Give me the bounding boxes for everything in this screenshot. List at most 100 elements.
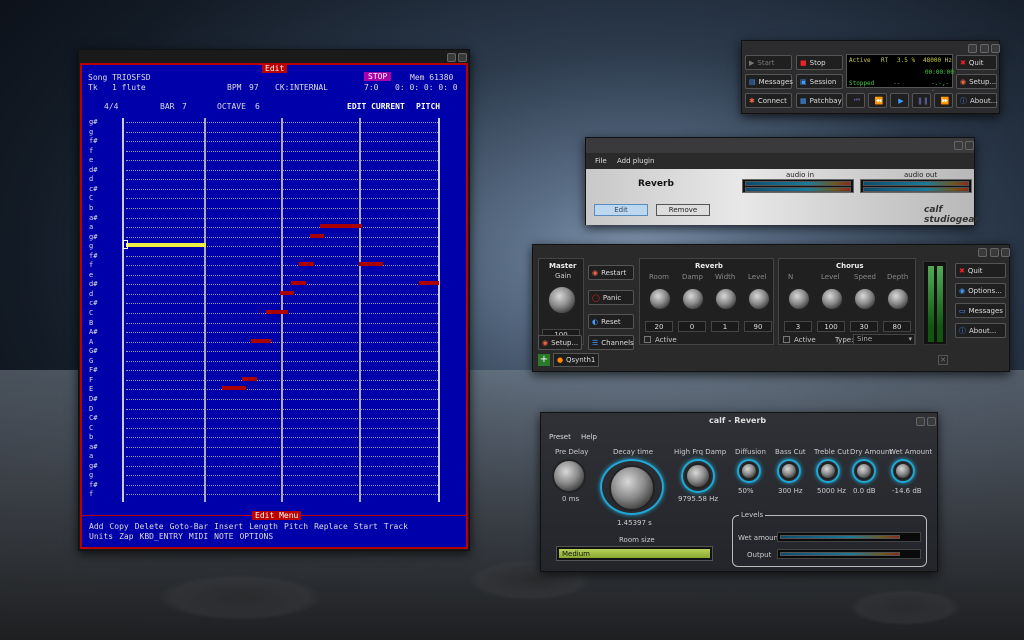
pre-delay-knob[interactable] — [552, 459, 586, 493]
knob[interactable] — [648, 287, 672, 311]
window-maximize-button[interactable] — [990, 248, 999, 257]
menu-item[interactable]: Insert — [214, 522, 243, 531]
chorus-type-select[interactable]: Sine ▾ — [853, 334, 915, 345]
knob[interactable] — [747, 287, 771, 311]
menu-item[interactable]: Zap — [119, 532, 133, 541]
knob-spinbox[interactable]: 100 — [817, 321, 845, 332]
note-event[interactable] — [320, 224, 362, 229]
note-event[interactable] — [251, 338, 271, 343]
piano-roll[interactable]: g# g f# f e d# d c# Cb a# a g# g f# f e d# d c# C B A# A G# G F# F… — [82, 112, 466, 504]
edit-button[interactable]: Edit — [594, 204, 648, 216]
rewind-button[interactable]: ⏪ — [868, 93, 887, 108]
setup-button[interactable]: ◉ Setup... — [538, 335, 582, 350]
setup-button[interactable]: ◉ Setup... — [956, 74, 997, 89]
note-event[interactable] — [222, 386, 246, 391]
diffusion-knob[interactable] — [740, 462, 758, 480]
knob-spinbox[interactable]: 1 — [711, 321, 739, 332]
knob-spinbox[interactable]: 90 — [744, 321, 772, 332]
treblecut-knob[interactable] — [819, 462, 837, 480]
basscut-knob[interactable] — [780, 462, 798, 480]
reset-button[interactable]: ◐ Reset — [588, 314, 634, 329]
chorus-active-checkbox[interactable] — [783, 336, 790, 343]
menu-item[interactable]: OPTIONS — [239, 532, 273, 541]
about-button[interactable]: ⓘ About... — [956, 93, 997, 108]
session-button[interactable]: ▣ Session — [796, 74, 843, 89]
about-button[interactable]: ⓘ About... — [955, 323, 1006, 338]
menu-item[interactable]: Units — [89, 532, 113, 541]
options-button[interactable]: ◉ Options... — [955, 283, 1006, 298]
knob-spinbox[interactable]: 80 — [883, 321, 911, 332]
window-close-button[interactable] — [1001, 248, 1010, 257]
window-minimize-button[interactable] — [968, 44, 977, 53]
knob-spinbox[interactable]: 3 — [784, 321, 812, 332]
menu-item[interactable]: Start — [354, 522, 378, 531]
window-close-button[interactable] — [991, 44, 1000, 53]
menu-item[interactable]: Goto-Bar — [170, 522, 209, 531]
menu-item[interactable]: Delete — [135, 522, 164, 531]
menu-add-plugin[interactable]: Add plugin — [617, 157, 654, 165]
menu-file[interactable]: File — [595, 157, 607, 165]
note-event[interactable] — [359, 262, 383, 267]
menu-item[interactable]: Add — [89, 522, 103, 531]
messages-button[interactable]: ▭ Messages — [955, 303, 1006, 318]
remove-engine-button[interactable]: ✕ — [938, 355, 948, 365]
menu-item[interactable]: NOTE — [214, 532, 233, 541]
note-event[interactable] — [419, 281, 439, 286]
connect-button[interactable]: ✱ Connect — [745, 93, 792, 108]
menu-item[interactable]: Copy — [109, 522, 128, 531]
menu-item[interactable]: Track — [384, 522, 408, 531]
note-event[interactable] — [242, 376, 257, 381]
decay-time-knob[interactable] — [609, 465, 655, 511]
knob[interactable] — [714, 287, 738, 311]
knob-spinbox[interactable]: 0 — [678, 321, 706, 332]
channels-button[interactable]: ☰ Channels — [588, 335, 634, 350]
wet-knob[interactable] — [894, 462, 912, 480]
window-minimize-button[interactable] — [447, 53, 456, 62]
tab-qsynth1[interactable]: ● Qsynth1 — [553, 353, 599, 367]
knob[interactable] — [681, 287, 705, 311]
messages-button[interactable]: ▤ Messages — [745, 74, 793, 89]
window-maximize-button[interactable] — [916, 417, 925, 426]
window-close-button[interactable] — [458, 53, 467, 62]
gain-knob[interactable] — [547, 285, 577, 315]
panic-button[interactable]: ◯ Panic — [588, 290, 634, 305]
note-event[interactable] — [266, 310, 288, 314]
note-event[interactable] — [280, 290, 294, 295]
note-event[interactable] — [291, 281, 306, 286]
note-event[interactable] — [299, 262, 314, 267]
window-minimize-button[interactable] — [954, 141, 963, 150]
remove-button[interactable]: Remove — [656, 204, 710, 216]
window-close-button[interactable] — [927, 417, 936, 426]
rewind-start-button[interactable]: ⏮ — [846, 93, 865, 108]
add-engine-button[interactable]: + — [538, 354, 550, 366]
quit-button[interactable]: ✖ Quit — [955, 263, 1006, 278]
note-event[interactable] — [126, 243, 206, 248]
stop-button[interactable]: ■ Stop — [796, 55, 843, 70]
window-close-button[interactable] — [965, 141, 974, 150]
knob[interactable] — [820, 287, 844, 311]
play-button[interactable]: ▶ — [890, 93, 909, 108]
reverb-active-checkbox[interactable] — [644, 336, 651, 343]
high-freq-damp-knob[interactable] — [685, 463, 711, 489]
knob-spinbox[interactable]: 20 — [645, 321, 673, 332]
dry-knob[interactable] — [855, 462, 873, 480]
forward-button[interactable]: ⏩ — [934, 93, 953, 108]
pause-button[interactable]: ❚❚ — [912, 93, 931, 108]
knob-spinbox[interactable]: 30 — [850, 321, 878, 332]
start-button[interactable]: ▶ Start — [745, 55, 792, 70]
menu-help[interactable]: Help — [581, 433, 597, 441]
quit-button[interactable]: ✖ Quit — [956, 55, 997, 70]
window-minimize-button[interactable] — [978, 248, 987, 257]
note-event[interactable] — [310, 233, 324, 238]
menu-item[interactable]: MIDI — [189, 532, 208, 541]
patchbay-button[interactable]: ▦ Patchbay — [796, 93, 843, 108]
menu-item[interactable]: Length — [249, 522, 278, 531]
menu-item[interactable]: Replace — [314, 522, 348, 531]
stop-indicator[interactable]: STOP — [364, 72, 392, 81]
menu-preset[interactable]: Preset — [549, 433, 571, 441]
menu-item[interactable]: Pitch — [284, 522, 308, 531]
knob[interactable] — [886, 287, 910, 311]
room-size-select[interactable]: Medium — [556, 546, 713, 561]
window-maximize-button[interactable] — [980, 44, 989, 53]
menu-item[interactable]: KBD_ENTRY — [140, 532, 183, 541]
